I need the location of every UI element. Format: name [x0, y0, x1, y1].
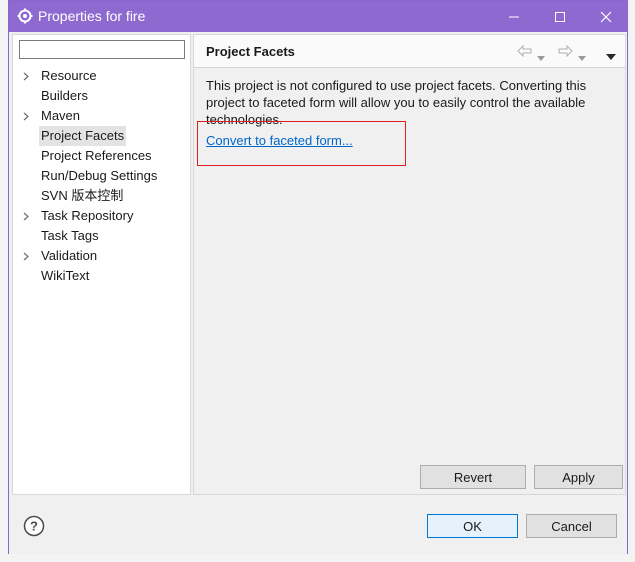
page-header: Project Facets [194, 35, 625, 68]
help-icon[interactable]: ? [23, 515, 45, 537]
tree-item-label: Validation [41, 248, 98, 263]
title-bar[interactable]: Properties for fire [9, 1, 627, 32]
tree-item-label: Resource [41, 68, 97, 83]
tree-item[interactable]: Project References [13, 146, 190, 166]
gear-icon [17, 8, 33, 24]
dialog-button-bar: ? OK Cancel [9, 495, 627, 554]
tree-item-label: WikiText [41, 268, 90, 283]
tree-item-label: Task Repository [41, 208, 134, 223]
back-arrow-icon[interactable] [517, 44, 532, 60]
chevron-right-icon[interactable] [21, 106, 31, 126]
chevron-right-icon[interactable] [21, 66, 31, 86]
tree-item-label: Project References [41, 148, 152, 163]
properties-dialog: Properties for fire Resource Builders Mave… [8, 0, 628, 554]
cancel-button[interactable]: Cancel [526, 514, 617, 538]
forward-arrow-icon[interactable] [558, 44, 573, 60]
tree-item[interactable]: Validation [13, 246, 190, 266]
chevron-right-icon[interactable] [21, 246, 31, 266]
tree-item[interactable]: Resource [13, 66, 190, 86]
back-dropdown-icon[interactable] [537, 49, 545, 64]
close-button[interactable] [583, 1, 629, 32]
tree-item[interactable]: Run/Debug Settings [13, 166, 190, 186]
ok-button[interactable]: OK [427, 514, 518, 538]
property-page: Project Facets This project is not confi… [193, 34, 626, 495]
preference-tree: Resource Builders Maven Project Facets Proje… [12, 34, 191, 495]
tree-item-label: Project Facets [39, 126, 127, 146]
tree-item-label: Builders [41, 88, 88, 103]
convert-to-faceted-form-link[interactable]: Convert to faceted form... [206, 133, 353, 148]
view-menu-icon[interactable] [606, 48, 616, 63]
revert-button[interactable]: Revert [420, 465, 526, 489]
tree-item-label: Run/Debug Settings [41, 168, 158, 183]
close-icon [600, 11, 612, 22]
tree-item[interactable]: Project Facets [13, 126, 190, 146]
tree-item-label: Maven [41, 108, 81, 123]
filter-input[interactable] [19, 40, 185, 59]
tree-item[interactable]: Maven [13, 106, 190, 126]
minimize-icon [509, 16, 519, 17]
tree-item[interactable]: Builders [13, 86, 190, 106]
maximize-icon [555, 11, 565, 22]
window-title: Properties for fire [38, 8, 146, 24]
tree-item[interactable]: Task Repository [13, 206, 190, 226]
maximize-button[interactable] [537, 1, 583, 32]
forward-dropdown-icon[interactable] [578, 49, 586, 64]
tree-item[interactable]: Task Tags [13, 226, 190, 246]
tree-item[interactable]: WikiText [13, 266, 190, 286]
background-fragment-right [628, 0, 635, 562]
tree-item[interactable]: SVN 版本控制 [13, 186, 190, 206]
chevron-right-icon[interactable] [21, 206, 31, 226]
svg-text:?: ? [30, 519, 38, 534]
tree-item-label: SVN 版本控制 [41, 188, 124, 203]
tree-item-label: Task Tags [41, 228, 99, 243]
background-fragment-left [0, 0, 8, 562]
apply-button[interactable]: Apply [534, 465, 623, 489]
page-title: Project Facets [206, 44, 295, 59]
background-fragment-bottom [0, 554, 635, 562]
minimize-button[interactable] [491, 1, 537, 32]
